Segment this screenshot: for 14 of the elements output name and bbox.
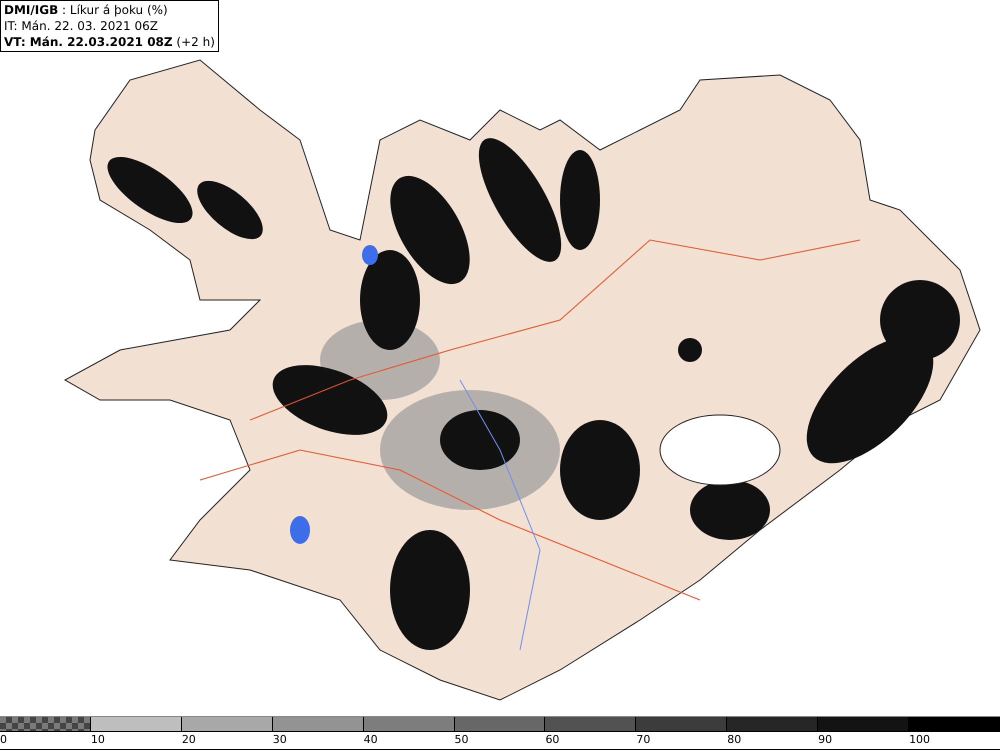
legend-label: 50 [454, 732, 469, 748]
legend-label: 100 [909, 732, 930, 748]
legend-label: 80 [727, 732, 742, 748]
legend-label: 40 [364, 732, 378, 748]
legend-label: 90 [818, 732, 832, 748]
legend-label: 20 [182, 732, 196, 748]
legend-label: 30 [272, 732, 287, 748]
header-line: DMI/IGB : Líkur á þoku (%) [4, 2, 169, 18]
legend-label: 70 [636, 732, 650, 748]
legend-label: 10 [90, 732, 105, 748]
legend-label: 0 [0, 732, 7, 748]
header-line: VT: Mán. 22.03.2021 08Z (+2 h) [4, 34, 215, 50]
header-line: IT: Mán. 22. 03. 2021 06Z [4, 18, 159, 34]
legend-label: 60 [545, 732, 560, 748]
